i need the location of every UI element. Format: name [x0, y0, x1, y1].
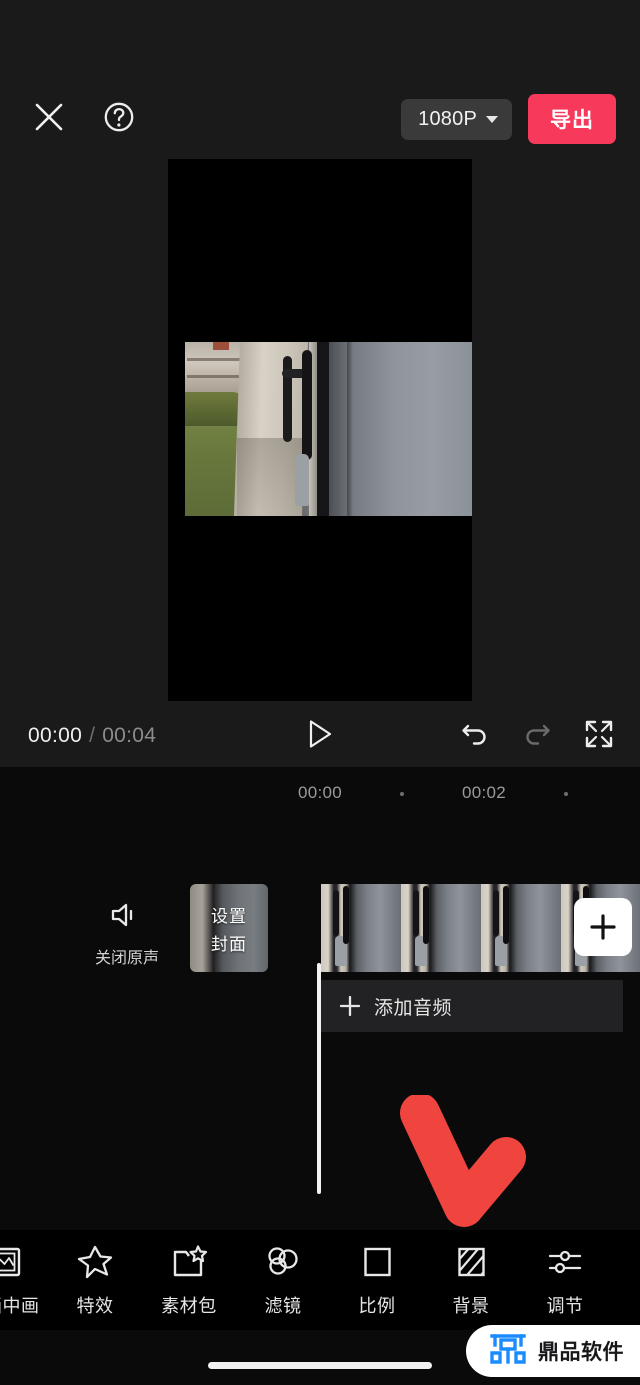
toolbar-item-effects[interactable]: 特效 [48, 1243, 142, 1318]
set-cover-button[interactable]: 设置 封面 [190, 884, 268, 972]
video-preview[interactable] [168, 159, 472, 701]
header-right-group: 1080P 导出 [401, 88, 616, 150]
toolbar-label-background: 背景 [452, 1295, 490, 1316]
set-cover-line2: 封面 [211, 934, 247, 954]
dingpin-logo-icon [488, 1331, 528, 1372]
time-separator: / [89, 724, 96, 747]
clip-thumb-detail [335, 936, 347, 966]
toolbar-label-aspect-ratio: 比例 [358, 1295, 396, 1316]
toolbar-item-aspect-ratio[interactable]: 比例 [330, 1243, 424, 1318]
plus-icon [339, 995, 361, 1017]
current-time: 00:00 [28, 724, 83, 747]
timeline-ruler[interactable]: 00:00 00:02 [0, 777, 640, 813]
ruler-tick-dot [564, 792, 568, 796]
mute-original-audio-label: 关闭原声 [95, 950, 160, 967]
close-button[interactable] [28, 98, 70, 140]
toolbar-label-pip: 画中画 [0, 1295, 40, 1316]
playhead[interactable] [317, 963, 321, 1194]
fullscreen-button[interactable] [578, 715, 620, 757]
video-clip[interactable] [321, 884, 640, 972]
app-header: 1080P 导出 [0, 88, 640, 150]
material-pack-icon [170, 1243, 208, 1281]
add-clip-button[interactable] [574, 898, 632, 956]
ruler-tick-dot [400, 792, 404, 796]
player-controls: 00:00 / 00:04 [0, 707, 640, 765]
watermark-badge: 鼎品软件 [466, 1325, 640, 1377]
redo-icon [521, 718, 553, 755]
scene-door-gap [317, 342, 329, 516]
help-circle-icon [102, 100, 136, 139]
toolbar-label-effects: 特效 [76, 1295, 114, 1316]
aspect-ratio-icon [360, 1243, 394, 1281]
scene-hedge [185, 392, 243, 426]
resolution-selector[interactable]: 1080P [401, 98, 512, 140]
fullscreen-icon [584, 719, 614, 754]
clip-thumb-detail [495, 936, 507, 966]
redo-button[interactable] [516, 715, 558, 757]
player-right-group [454, 707, 620, 765]
add-audio-button[interactable]: 添加音频 [321, 980, 623, 1032]
filter-circles-icon [264, 1243, 302, 1281]
clip-thumbnail [401, 884, 481, 972]
scene-wall-seam [347, 342, 353, 516]
play-icon [305, 718, 335, 755]
clip-thumb-detail [415, 936, 427, 966]
toolbar-item-pip[interactable]: 画中画 [0, 1243, 48, 1318]
help-button[interactable] [98, 98, 140, 140]
scene-building-line [187, 358, 241, 361]
resolution-label: 1080P [418, 107, 477, 130]
scene-building [185, 342, 243, 394]
watermark-text: 鼎品软件 [538, 1341, 624, 1364]
toolbar-item-filter[interactable]: 滤镜 [236, 1243, 330, 1318]
scene-door-handle [302, 350, 312, 460]
chevron-down-icon [486, 115, 498, 123]
ruler-label: 00:00 [298, 783, 343, 802]
play-button[interactable] [295, 707, 345, 765]
clip-thumbnail [321, 884, 401, 972]
undo-button[interactable] [454, 715, 496, 757]
plus-icon [590, 914, 616, 940]
timeline-panel: 00:00 00:02 关闭原声 设置 封面 添加音频 [0, 767, 640, 1230]
preview-section: 1080P 导出 00:00 / 00:04 [0, 0, 640, 767]
star-effects-icon [76, 1243, 114, 1281]
total-time: 00:04 [102, 724, 157, 747]
scene-door-latch [295, 454, 309, 506]
background-stripes-icon [454, 1243, 488, 1281]
scene-building-line [187, 375, 241, 378]
undo-icon [459, 718, 491, 755]
toolbar-label-filter: 滤镜 [264, 1295, 302, 1316]
picture-in-picture-icon [0, 1243, 22, 1281]
toolbar-item-material-pack[interactable]: 素材包 [142, 1243, 236, 1318]
close-icon [32, 100, 66, 139]
bottom-toolbar: 画中画 特效 素材包 [0, 1230, 640, 1330]
speaker-mute-icon [109, 900, 145, 935]
ruler-label: 00:02 [462, 783, 507, 802]
set-cover-line1: 设置 [211, 906, 247, 926]
add-audio-label: 添加音频 [374, 997, 453, 1019]
video-editor-screen: 1080P 导出 00:00 / 00:04 00:00 00:02 关闭原声 … [0, 0, 640, 1385]
toolbar-item-adjust[interactable]: 调节 [518, 1243, 612, 1318]
clip-thumbnail [481, 884, 561, 972]
video-frame [185, 342, 472, 516]
home-indicator [208, 1362, 432, 1369]
toolbar-item-background[interactable]: 背景 [424, 1243, 518, 1318]
toolbar-label-material-pack: 素材包 [161, 1295, 217, 1316]
adjust-sliders-icon [546, 1243, 584, 1281]
toolbar-label-adjust: 调节 [546, 1295, 584, 1316]
timeline-tracks: 关闭原声 设置 封面 添加音频 [0, 882, 640, 1194]
time-readout: 00:00 / 00:04 [28, 707, 156, 765]
header-left-group [28, 88, 140, 150]
mute-original-audio-button[interactable]: 关闭原声 [95, 882, 160, 968]
scene-building-accent [213, 342, 229, 350]
export-button[interactable]: 导出 [528, 94, 616, 144]
